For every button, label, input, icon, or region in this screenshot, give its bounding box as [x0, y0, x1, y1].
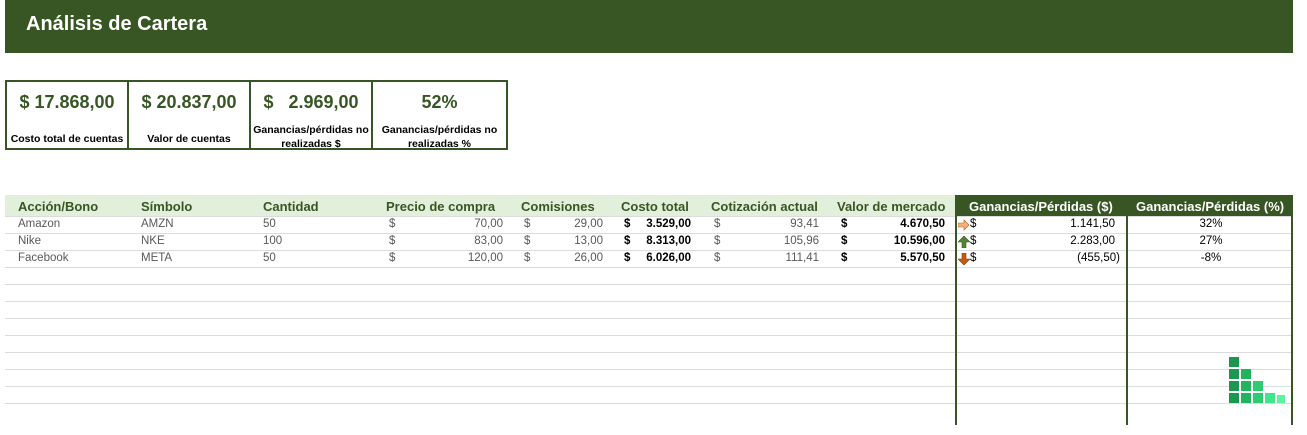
page-title: Análisis de Cartera — [26, 13, 208, 35]
gridline — [5, 403, 1293, 404]
summary-label: Ganancias/pérdidas no realizadas % — [381, 124, 498, 150]
col-header-fees[interactable]: Comisiones — [521, 199, 595, 214]
table-header-gains: Ganancias/Pérdidas ($) Ganancias/Pérdida… — [955, 195, 1293, 216]
cell-currency: $ — [841, 252, 848, 264]
table-header: Acción/Bono Símbolo Cantidad Precio de c… — [5, 195, 955, 216]
cell-gain-pct[interactable]: 32% — [1128, 218, 1294, 230]
arrow-right-icon — [958, 219, 970, 231]
cell-fees[interactable]: 29,00 — [545, 218, 603, 230]
cell-currency: $ — [714, 235, 721, 247]
gridline — [5, 335, 1293, 336]
cell-total-cost[interactable]: 3.529,00 — [635, 218, 691, 230]
cell-gain-amount[interactable]: 2.283,00 — [1005, 235, 1115, 247]
gridline — [5, 318, 1293, 319]
cell-currency: $ — [970, 235, 977, 247]
col-header-stock[interactable]: Acción/Bono — [18, 199, 98, 214]
table-row[interactable]: Facebook META 50 $ 120,00 $ 26,00 $ 6.02… — [5, 251, 1293, 268]
cell-stock[interactable]: Nike — [18, 235, 41, 247]
cell-market-value[interactable]: 5.570,50 — [865, 252, 945, 264]
arrow-up-icon — [958, 236, 970, 248]
gridline — [5, 369, 1293, 370]
cell-currency: $ — [714, 218, 721, 230]
cell-total-cost[interactable]: 6.026,00 — [635, 252, 691, 264]
cell-currency: $ — [970, 218, 977, 230]
cell-currency: $ — [524, 218, 531, 230]
summary-value: 52% — [421, 92, 458, 112]
summary-account-value[interactable]: $ 20.837,00 Valor de cuentas — [127, 80, 251, 150]
cell-gain-amount[interactable]: (455,50) — [1005, 252, 1120, 264]
cell-gain-pct[interactable]: -8% — [1128, 252, 1294, 264]
cell-market-value[interactable]: 10.596,00 — [865, 235, 945, 247]
cell-symbol[interactable]: AMZN — [141, 218, 174, 230]
col-header-current-quote[interactable]: Cotización actual — [711, 199, 818, 214]
summary-value: $ 17.868,00 — [19, 92, 115, 112]
cell-purchase-price[interactable]: 70,00 — [425, 218, 503, 230]
col-header-market-value[interactable]: Valor de mercado — [837, 199, 945, 214]
summary-total-cost[interactable]: $ 17.868,00 Costo total de cuentas — [5, 80, 129, 150]
gridline — [5, 386, 1293, 387]
cell-stock[interactable]: Facebook — [18, 252, 69, 264]
cell-currency: $ — [524, 235, 531, 247]
cell-current-quote[interactable]: 93,41 — [735, 218, 819, 230]
cell-gain-pct[interactable]: 27% — [1128, 235, 1294, 247]
cell-market-value[interactable]: 4.670,50 — [865, 218, 945, 230]
cell-quantity[interactable]: 100 — [263, 235, 282, 247]
cell-currency: $ — [970, 252, 977, 264]
col-header-quantity[interactable]: Cantidad — [263, 199, 319, 214]
col-header-total-cost[interactable]: Costo total — [621, 199, 689, 214]
cell-currency: $ — [389, 235, 396, 247]
cell-currency: $ — [624, 252, 631, 264]
summary-value: $ 20.837,00 — [141, 92, 237, 112]
cell-currency: $ — [389, 252, 396, 264]
col-header-purchase-price[interactable]: Precio de compra — [386, 199, 495, 214]
gridline — [5, 284, 1293, 285]
cell-currency: $ — [624, 218, 631, 230]
gridline — [5, 352, 1293, 353]
cell-current-quote[interactable]: 111,41 — [735, 252, 819, 264]
cell-quantity[interactable]: 50 — [263, 252, 276, 264]
cell-stock[interactable]: Amazon — [18, 218, 60, 230]
summary-label: Ganancias/pérdidas no realizadas $ — [253, 124, 369, 150]
summary-cards: $ 17.868,00 Costo total de cuentas $ 20.… — [5, 80, 508, 150]
summary-label: Valor de cuentas — [147, 133, 231, 145]
cell-gain-amount[interactable]: 1.141,50 — [1005, 218, 1115, 230]
cell-currency: $ — [389, 218, 396, 230]
cell-purchase-price[interactable]: 83,00 — [425, 235, 503, 247]
summary-label: Costo total de cuentas — [10, 133, 124, 145]
col-header-symbol[interactable]: Símbolo — [141, 199, 192, 214]
cell-purchase-price[interactable]: 120,00 — [425, 252, 503, 264]
cell-total-cost[interactable]: 8.313,00 — [635, 235, 691, 247]
gridline — [5, 301, 1293, 302]
cell-quantity[interactable]: 50 — [263, 218, 276, 230]
col-header-gain-amount[interactable]: Ganancias/Pérdidas ($) — [969, 199, 1113, 214]
cell-currency: $ — [714, 252, 721, 264]
cell-current-quote[interactable]: 105,96 — [735, 235, 819, 247]
title-banner: Análisis de Cartera — [5, 0, 1293, 53]
cell-fees[interactable]: 26,00 — [545, 252, 603, 264]
summary-unrealized-gain[interactable]: $ 2.969,00 Ganancias/pérdidas no realiza… — [249, 80, 373, 150]
summary-unrealized-pct[interactable]: 52% Ganancias/pérdidas no realizadas % — [371, 80, 508, 150]
cell-currency: $ — [841, 235, 848, 247]
cell-fees[interactable]: 13,00 — [545, 235, 603, 247]
summary-value: $ 2.969,00 — [263, 92, 359, 112]
arrow-down-icon — [958, 253, 970, 265]
cell-currency: $ — [624, 235, 631, 247]
table-row[interactable]: Amazon AMZN 50 $ 70,00 $ 29,00 $ 3.529,0… — [5, 217, 1293, 234]
cell-currency: $ — [524, 252, 531, 264]
table-row[interactable]: Nike NKE 100 $ 83,00 $ 13,00 $ 8.313,00 … — [5, 234, 1293, 251]
col-header-gain-pct[interactable]: Ganancias/Pérdidas (%) — [1136, 199, 1284, 214]
cell-symbol[interactable]: NKE — [141, 235, 165, 247]
cell-symbol[interactable]: META — [141, 252, 172, 264]
cell-currency: $ — [841, 218, 848, 230]
